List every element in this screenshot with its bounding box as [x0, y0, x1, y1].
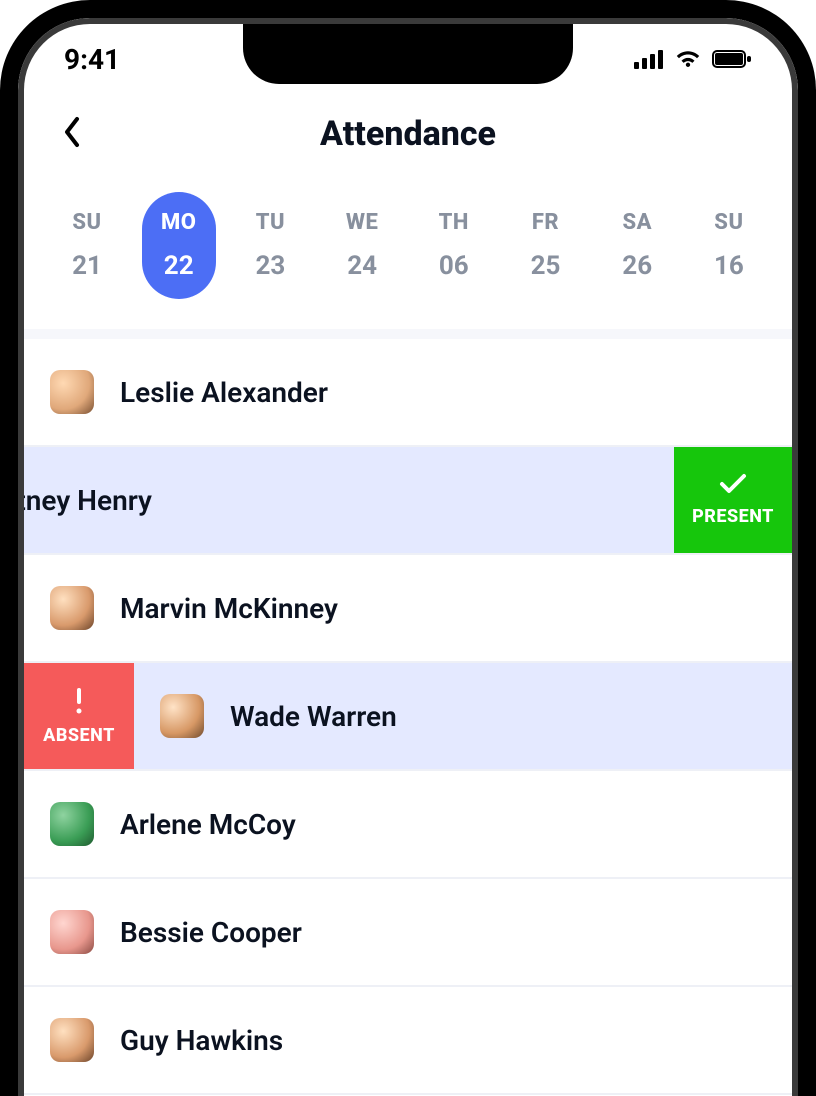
day-column[interactable]: SU 16	[692, 192, 766, 299]
day-label: TU	[256, 210, 285, 235]
student-name: Arlene McCoy	[120, 808, 296, 841]
student-row[interactable]: Marvin McKinney	[24, 555, 792, 663]
day-number: 22	[164, 251, 194, 281]
day-column[interactable]: FR 25	[509, 192, 583, 299]
absent-action[interactable]: ABSENT	[24, 663, 134, 769]
student-name: urtney Henry	[24, 484, 152, 517]
avatar	[50, 1018, 94, 1062]
day-label: SU	[714, 210, 743, 235]
page-header: Attendance	[24, 94, 792, 174]
avatar	[50, 910, 94, 954]
day-column[interactable]: SA 26	[600, 192, 674, 299]
student-row-inner: urtney Henry	[24, 447, 732, 553]
phone-screen: 9:41 Attendance SU2	[18, 18, 798, 1096]
avatar	[50, 370, 94, 414]
student-row-inner: Guy Hawkins	[24, 987, 792, 1093]
student-row[interactable]: Arlene McCoy	[24, 771, 792, 879]
day-column[interactable]: TU 23	[233, 192, 307, 299]
phone-frame: 9:41 Attendance SU2	[0, 0, 816, 1096]
day-column[interactable]: TH 06	[417, 192, 491, 299]
day-number: 26	[622, 251, 652, 281]
student-row-inner: Leslie Alexander	[24, 339, 792, 445]
student-row-inner: Arlene McCoy	[24, 771, 792, 877]
back-button[interactable]	[52, 114, 92, 154]
day-number: 21	[72, 251, 102, 281]
check-icon	[719, 473, 747, 500]
student-name: Bessie Cooper	[120, 916, 302, 949]
student-row[interactable]: Bessie Cooper	[24, 879, 792, 987]
cellular-icon	[634, 49, 664, 69]
student-name: Leslie Alexander	[120, 376, 328, 409]
student-row[interactable]: Leslie Alexander	[24, 339, 792, 447]
page-title: Attendance	[320, 114, 496, 154]
day-column[interactable]: MO 22	[142, 192, 216, 299]
day-number: 06	[439, 251, 469, 281]
present-action[interactable]: PRESENT	[674, 447, 792, 553]
battery-icon	[712, 49, 752, 69]
wifi-icon	[674, 49, 702, 69]
student-name: Wade Warren	[230, 700, 397, 733]
student-name: Guy Hawkins	[120, 1024, 283, 1057]
student-row-inner: Marvin McKinney	[24, 555, 792, 661]
device-notch	[243, 24, 573, 84]
day-number: 24	[347, 251, 377, 281]
day-column[interactable]: WE 24	[325, 192, 399, 299]
day-label: WE	[346, 210, 379, 235]
day-label: SU	[72, 210, 101, 235]
student-row[interactable]: urtney Henry PRESENT	[24, 447, 792, 555]
present-label: PRESENT	[692, 506, 774, 527]
student-row-inner: Bessie Cooper	[24, 879, 792, 985]
student-name: Marvin McKinney	[120, 592, 338, 625]
chevron-left-icon	[62, 116, 82, 152]
day-label: MO	[161, 210, 196, 235]
student-list: Leslie Alexander urtney Henry PRESENT Marvi…	[24, 339, 792, 1095]
day-number: 16	[714, 251, 744, 281]
avatar	[160, 694, 204, 738]
student-row[interactable]: ABSENT Wade Warren	[24, 663, 792, 771]
student-row[interactable]: Guy Hawkins	[24, 987, 792, 1095]
day-label: FR	[532, 210, 559, 235]
avatar	[50, 586, 94, 630]
day-label: TH	[439, 210, 469, 235]
week-selector: SU 21 MO 22 TU 23 WE 24 TH 06 FR 25 SA 26 SU 16	[24, 174, 792, 339]
avatar	[50, 802, 94, 846]
day-column[interactable]: SU 21	[50, 192, 124, 299]
absent-label: ABSENT	[43, 725, 115, 746]
day-label: SA	[622, 210, 652, 235]
status-icons	[634, 49, 752, 69]
day-number: 23	[255, 251, 285, 281]
student-row-inner: Wade Warren	[134, 663, 792, 769]
status-time: 9:41	[64, 43, 120, 76]
exclamation-icon	[74, 686, 84, 721]
day-number: 25	[531, 251, 561, 281]
